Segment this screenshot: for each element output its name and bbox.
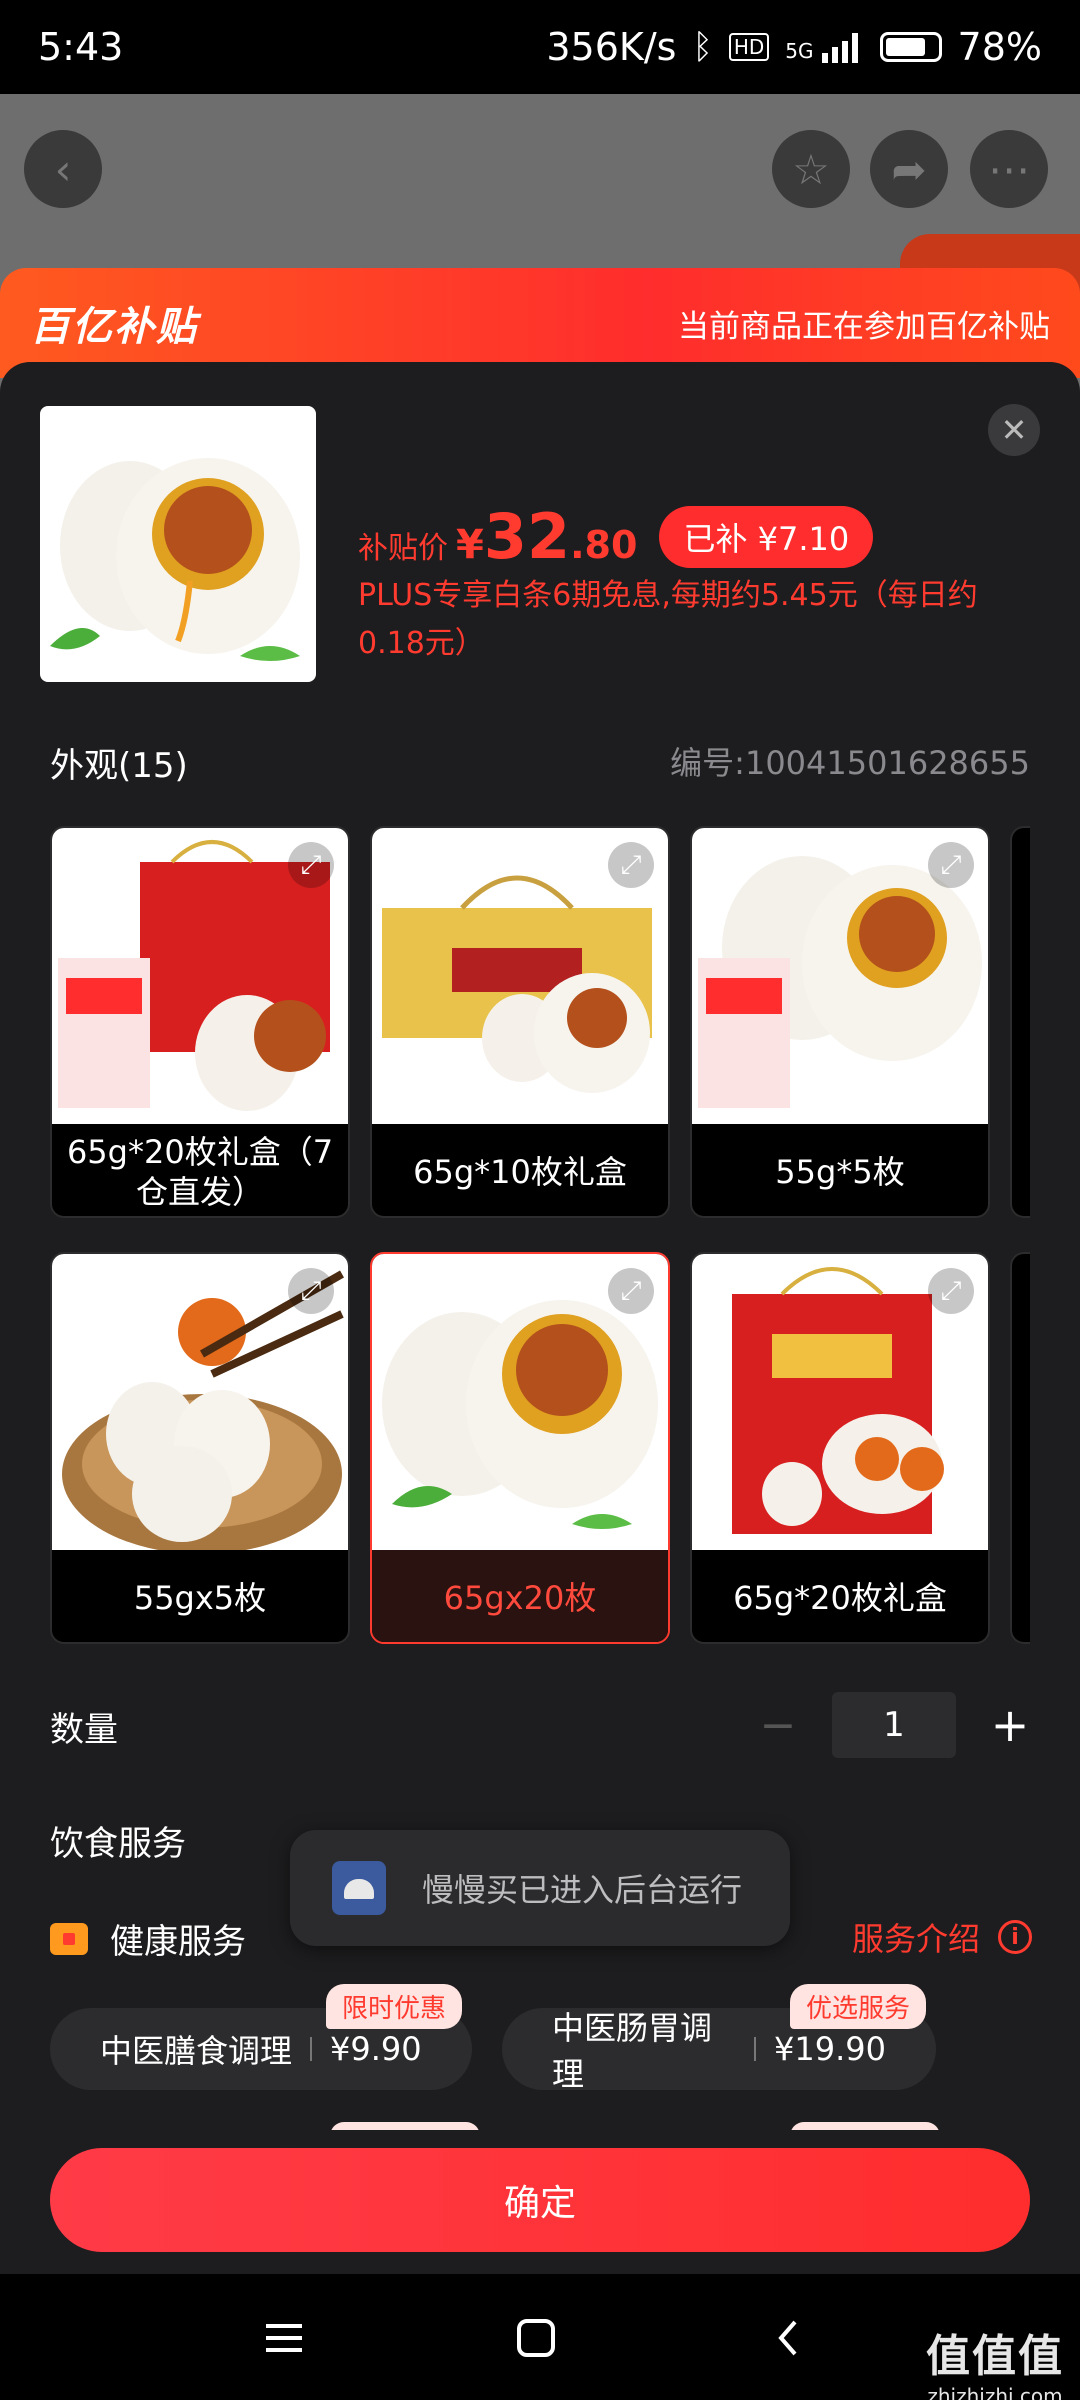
variant-card[interactable]: ⤢ 65g*20枚礼盒: [690, 1252, 990, 1644]
service-chip[interactable]: 中医肠胃调理 ¥19.90 优选服务: [502, 1984, 936, 2093]
android-icon: [332, 1861, 386, 1915]
variant-label: 65g*20枚礼盒: [733, 1579, 947, 1617]
system-nav-bar: [0, 2274, 1080, 2400]
variant-label: 65g*20枚礼盒（7仓直发）: [66, 1133, 334, 1211]
close-button[interactable]: ✕: [988, 404, 1040, 456]
signal-label: 5G: [785, 39, 814, 63]
status-bar: 5:43 356K/s ᛒ HD 5G 78%: [0, 0, 1080, 94]
appearance-title: 外观(15): [50, 746, 188, 786]
bluetooth-icon: ᛒ: [692, 27, 713, 67]
variant-card-partial[interactable]: [1010, 1252, 1030, 1644]
salted-egg-image: [50, 458, 300, 661]
chip-divider: [310, 2037, 313, 2061]
service-chip-tag: 优选服务: [789, 1984, 926, 2029]
quantity-label: 数量: [50, 1710, 118, 1750]
sku-code: 编号:10041501628655: [670, 744, 1030, 782]
price-decimal: .80: [570, 523, 638, 567]
back-icon: [778, 2320, 797, 2356]
quantity-plus-button[interactable]: +: [980, 1698, 1040, 1752]
info-icon: i: [998, 1920, 1032, 1954]
variant-card[interactable]: ⤢ 55gx5枚: [50, 1252, 350, 1644]
variant-label: 55gx5枚: [133, 1579, 267, 1617]
expand-icon[interactable]: ⤢: [928, 1268, 974, 1314]
toast: 慢慢买已进入后台运行: [290, 1830, 790, 1946]
variant-label: 55g*5枚: [775, 1153, 905, 1191]
price-label: 补贴价: [358, 531, 448, 566]
price-row: 补贴价 ¥ 32 .80 已补 ¥7.10: [358, 500, 874, 573]
hd-icon: HD: [728, 33, 770, 61]
service-chip[interactable]: 中医膳食调理 ¥9.90 限时优惠: [50, 1984, 472, 2090]
back-button[interactable]: ‹: [24, 130, 102, 208]
expand-icon[interactable]: ⤢: [288, 1268, 334, 1314]
expand-icon[interactable]: ⤢: [608, 1268, 654, 1314]
chip-divider: [754, 2037, 757, 2061]
variant-card[interactable]: ⤢ 55g*5枚: [690, 826, 990, 1218]
variant-label: 65g*10枚礼盒: [413, 1153, 627, 1191]
service-chip-tag: 限时优惠: [325, 1984, 462, 2029]
medical-kit-icon: [50, 1922, 88, 1955]
service-chip-price: ¥19.90: [774, 2030, 886, 2068]
confirm-bar: 确定: [0, 2130, 1080, 2274]
product-thumbnail[interactable]: [40, 406, 316, 682]
toast-text: 慢慢买已进入后台运行: [422, 1871, 743, 1909]
variant-card[interactable]: ⤢ 65g*20枚礼盒（7仓直发）: [50, 826, 350, 1218]
variant-label: 65gx20枚: [372, 1550, 668, 1642]
variant-card-partial[interactable]: [1010, 826, 1030, 1218]
signal-icon: [821, 33, 858, 63]
expand-icon[interactable]: ⤢: [928, 842, 974, 888]
subsidy-logo: 百亿补贴: [30, 304, 198, 350]
plus-installment-text: PLUS专享白条6期免息,每期约5.45元（每日约0.18元）: [358, 578, 978, 661]
menu-nav-button[interactable]: [254, 2308, 314, 2368]
variant-card-selected[interactable]: ⤢ 65gx20枚: [370, 1252, 670, 1644]
service-intro-label: 服务介绍: [851, 1920, 980, 1958]
favorite-button[interactable]: ☆: [772, 130, 850, 208]
diet-service-title: 饮食服务: [50, 1824, 186, 1864]
confirm-button[interactable]: 确定: [50, 2148, 1030, 2252]
variant-card[interactable]: ⤢ 65g*10枚礼盒: [370, 826, 670, 1218]
price-currency: ¥: [456, 522, 484, 568]
status-icons: 356K/s ᛒ HD 5G 78%: [546, 25, 1042, 69]
status-time: 5:43: [38, 25, 124, 69]
expand-icon[interactable]: ⤢: [288, 842, 334, 888]
battery-icon: [879, 32, 942, 62]
price-integer: 32: [483, 500, 571, 573]
saved-badge: 已补 ¥7.10: [659, 505, 874, 568]
subsidy-note: 当前商品正在参加百亿补贴: [678, 308, 1050, 345]
menu-icon: [266, 2324, 302, 2352]
home-nav-button[interactable]: [506, 2308, 566, 2368]
health-service-label: 健康服务: [110, 1922, 246, 1962]
service-chip-name: 中医膳食调理: [100, 2032, 293, 2070]
net-speed: 356K/s: [546, 25, 677, 69]
service-chip-price: ¥9.90: [330, 2030, 422, 2068]
back-nav-button[interactable]: [758, 2308, 818, 2368]
expand-icon[interactable]: ⤢: [608, 842, 654, 888]
battery-percent: 78%: [957, 25, 1042, 69]
home-icon: [517, 2319, 555, 2357]
service-intro-link[interactable]: 服务介绍 i: [852, 1914, 1032, 1960]
share-button[interactable]: ➦: [870, 130, 948, 208]
health-service-row: 健康服务: [50, 1914, 246, 1963]
quantity-input[interactable]: 1: [832, 1692, 956, 1758]
service-chip-name: 中医肠胃调理: [552, 2009, 713, 2093]
more-button[interactable]: ⋯: [970, 130, 1048, 208]
quantity-minus-button[interactable]: −: [748, 1700, 808, 1751]
quantity-stepper: − 1 +: [748, 1692, 1040, 1758]
sku-sheet: ✕ 补贴价 ¥ 32 .80 已补 ¥7.10 PLUS专享白条6期免息,每期约…: [0, 362, 1080, 2274]
watermark-logo: 值值值 zhizhizhi.com: [926, 2331, 1064, 2400]
